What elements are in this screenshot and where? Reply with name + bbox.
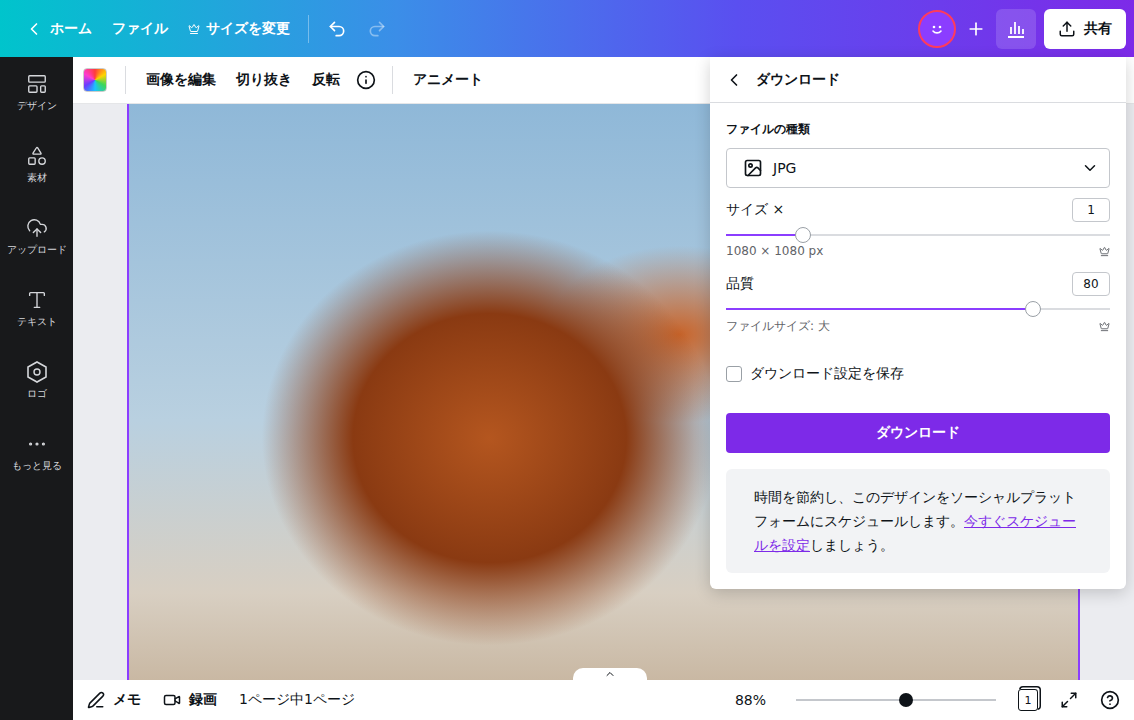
bottom-bar: メモ 録画 1ページ中1ページ 88% 1: [73, 680, 1134, 720]
schedule-promo: 時間を節約し、このデザインをソーシャルプラットフォームにスケジュールします。今す…: [726, 469, 1110, 573]
divider: [125, 66, 126, 94]
size-input[interactable]: 1: [1072, 198, 1110, 222]
sidebar-icon: [26, 145, 48, 167]
record-button[interactable]: 録画: [163, 691, 217, 709]
redo-icon: [367, 19, 387, 39]
file-type-select[interactable]: JPG: [726, 148, 1110, 188]
file-menu[interactable]: ファイル: [102, 14, 178, 44]
animate-button[interactable]: アニメート: [405, 65, 491, 95]
redo-button[interactable]: [357, 9, 397, 49]
sidebar-icon: [26, 73, 48, 95]
help-icon[interactable]: [1100, 690, 1120, 710]
fullscreen-icon[interactable]: [1060, 691, 1078, 709]
sidebar-item[interactable]: デザイン: [0, 73, 73, 145]
home-button[interactable]: ホーム: [14, 13, 102, 45]
slider-fill: [726, 234, 803, 236]
download-panel: ダウンロードファイルの種類JPGサイズ ×11080 × 1080 px品質80…: [710, 57, 1126, 589]
page-info: 1ページ中1ページ: [239, 691, 355, 709]
sidebar-item[interactable]: ロゴ: [0, 361, 73, 433]
page-count[interactable]: 1: [1018, 689, 1038, 711]
divider: [392, 66, 393, 94]
chevron-left-icon: [24, 19, 44, 39]
logo-icon: [26, 361, 48, 383]
video-icon: [163, 691, 181, 709]
notes-icon: [87, 691, 105, 709]
sidebar: デザイン素材アップロードテキストロゴもっと見る: [0, 57, 73, 720]
crown-icon: [1099, 246, 1110, 257]
smile-icon: [927, 19, 947, 39]
quality-row: 品質80: [726, 272, 1110, 296]
undo-icon: [327, 19, 347, 39]
back-icon[interactable]: [724, 70, 744, 90]
size-note: 1080 × 1080 px: [726, 244, 1110, 258]
divider: [308, 15, 309, 43]
toolbar-button[interactable]: 切り抜き: [228, 65, 300, 95]
info-button[interactable]: [352, 66, 380, 94]
slider-thumb[interactable]: [795, 227, 811, 243]
file-type-label: ファイルの種類: [726, 121, 1110, 138]
size-slider[interactable]: [726, 234, 1110, 236]
slider-fill: [726, 308, 1033, 310]
download-button[interactable]: ダウンロード: [726, 413, 1110, 453]
sidebar-icon: [26, 433, 48, 455]
toolbar-button[interactable]: 反転: [304, 65, 348, 95]
sidebar-item[interactable]: もっと見る: [0, 433, 73, 505]
insights-button[interactable]: [996, 9, 1036, 49]
save-settings-checkbox[interactable]: [726, 366, 742, 382]
sidebar-icon: [26, 289, 48, 311]
panel-body: ファイルの種類 JPG サイズ ×1 1080 × 1080 px 品質80 ファイルサイ…: [710, 103, 1126, 589]
info-icon: [356, 70, 376, 90]
canva-editor: ホームファイルサイズを変更 共有デザイン素材アップロードテキストロゴもっと見る 画像…: [0, 0, 1134, 720]
size-row: サイズ ×1: [726, 198, 1110, 222]
share-icon: [1058, 20, 1076, 38]
zoom-slider[interactable]: [796, 699, 996, 701]
sidebar-item[interactable]: テキスト: [0, 289, 73, 361]
color-swatch[interactable]: [83, 68, 107, 92]
resize-button[interactable]: サイズを変更: [178, 14, 300, 44]
pull-tab[interactable]: [573, 668, 647, 682]
sidebar-item[interactable]: 素材: [0, 145, 73, 217]
zoom-control: 88%: [735, 692, 996, 708]
share-button[interactable]: 共有: [1044, 9, 1126, 49]
chart-icon: [1005, 18, 1027, 40]
plus-icon: [966, 19, 986, 39]
avatar[interactable]: [918, 10, 956, 48]
toolbar-button[interactable]: 画像を編集: [138, 65, 224, 95]
slider-thumb[interactable]: [1025, 301, 1041, 317]
quality-input[interactable]: 80: [1072, 272, 1110, 296]
chevron-down-icon: [1081, 159, 1099, 177]
undo-button[interactable]: [317, 9, 357, 49]
sidebar-icon: [26, 217, 48, 239]
quality-note: ファイルサイズ: 大: [726, 318, 1110, 335]
save-settings-row[interactable]: ダウンロード設定を保存: [726, 365, 1110, 383]
top-bar: ホームファイルサイズを変更 共有: [0, 0, 1134, 57]
add-button[interactable]: [956, 9, 996, 49]
crown-icon: [188, 23, 200, 35]
quality-slider[interactable]: [726, 308, 1110, 310]
zoom-thumb[interactable]: [899, 693, 913, 707]
schedule-link[interactable]: 今すぐスケジュールを設定: [754, 513, 1076, 553]
zoom-value[interactable]: 88%: [735, 692, 766, 708]
crown-icon: [1099, 321, 1110, 332]
panel-header: ダウンロード: [710, 57, 1126, 103]
sidebar-item[interactable]: アップロード: [0, 217, 73, 289]
chevron-up-icon: [604, 668, 616, 680]
notes-button[interactable]: メモ: [87, 691, 141, 709]
image-icon: [743, 158, 763, 178]
